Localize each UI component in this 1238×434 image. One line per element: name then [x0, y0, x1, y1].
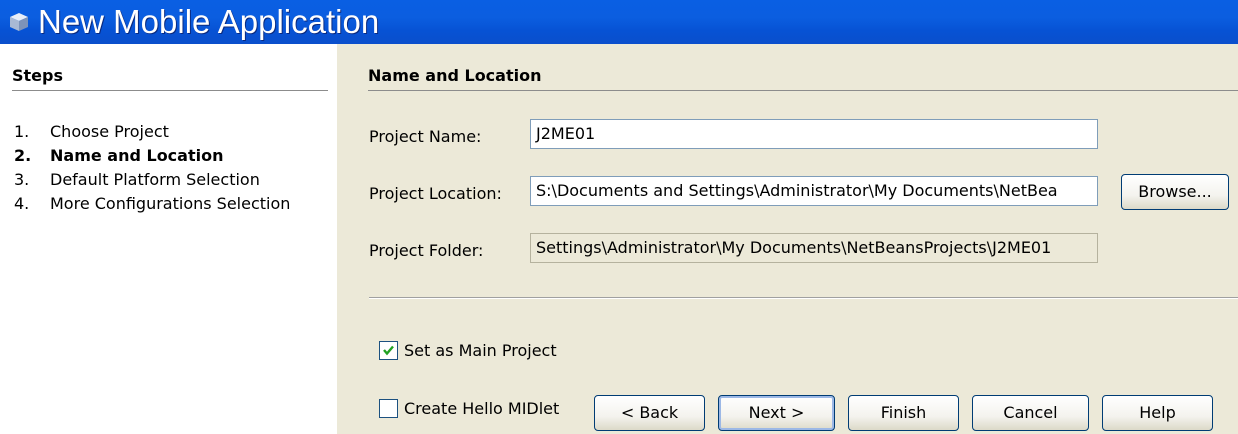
step-label: Choose Project	[50, 122, 169, 141]
section-heading: Name and Location	[368, 66, 1238, 91]
project-location-input[interactable]: S:\Documents and Settings\Administrator\…	[530, 176, 1098, 206]
step-label: Default Platform Selection	[50, 170, 260, 189]
set-main-project-label: Set as Main Project	[404, 341, 557, 360]
window-title: New Mobile Application	[38, 3, 380, 40]
browse-button[interactable]: Browse...	[1121, 174, 1229, 210]
create-hello-midlet-checkbox[interactable]	[379, 399, 398, 418]
set-main-project-row[interactable]: Set as Main Project	[379, 340, 557, 360]
project-name-input[interactable]: J2ME01	[530, 119, 1098, 149]
checkmark-icon	[383, 345, 394, 356]
steps-list: 1. Choose Project 2. Name and Location 3. D…	[14, 120, 290, 216]
project-name-label: Project Name:	[369, 127, 482, 146]
project-folder-field: Settings\Administrator\My Documents\NetB…	[530, 233, 1098, 263]
next-button[interactable]: Next >	[718, 395, 835, 431]
step-item: 1. Choose Project	[14, 122, 169, 141]
steps-panel: Steps 1. Choose Project 2. Name and Locati…	[0, 44, 337, 434]
set-main-project-checkbox[interactable]	[379, 341, 398, 360]
step-item-current: 2. Name and Location	[14, 146, 224, 165]
back-button[interactable]: < Back	[594, 395, 705, 431]
create-hello-midlet-row[interactable]: Create Hello MIDlet	[379, 398, 559, 418]
separator	[369, 297, 1238, 299]
create-hello-midlet-label: Create Hello MIDlet	[404, 399, 560, 418]
netbeans-cube-icon	[10, 13, 28, 31]
step-label: More Configurations Selection	[50, 194, 291, 213]
cancel-button[interactable]: Cancel	[972, 395, 1089, 431]
finish-button[interactable]: Finish	[848, 395, 959, 431]
step-item: 4. More Configurations Selection	[14, 194, 291, 213]
help-button[interactable]: Help	[1102, 395, 1213, 431]
step-item: 3. Default Platform Selection	[14, 170, 260, 189]
step-label: Name and Location	[50, 146, 224, 165]
project-folder-label: Project Folder:	[369, 241, 484, 260]
project-location-label: Project Location:	[369, 184, 502, 203]
title-bar[interactable]: New Mobile Application	[0, 0, 1238, 44]
steps-heading: Steps	[12, 66, 328, 91]
